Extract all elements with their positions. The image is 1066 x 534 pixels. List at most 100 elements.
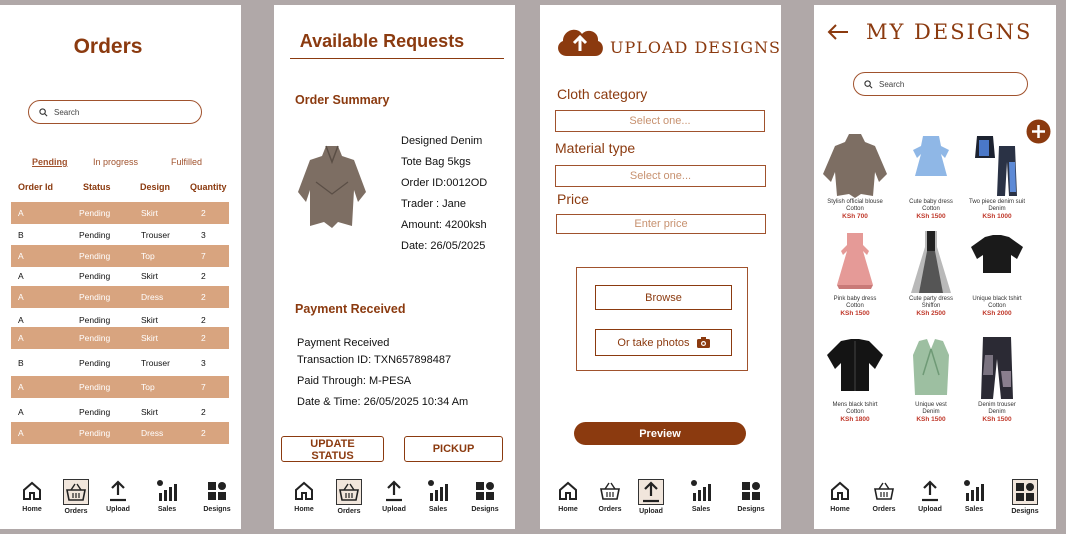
- design-card[interactable]: Stylish official blouse Cotton KSh 700: [817, 132, 893, 221]
- table-cell-id: A: [18, 382, 24, 392]
- nav-sales[interactable]: Sales: [145, 479, 189, 513]
- category-select[interactable]: [555, 110, 765, 132]
- table-cell-id: B: [18, 230, 24, 240]
- nav-orders[interactable]: Orders: [327, 479, 371, 515]
- nav-label: Sales: [428, 506, 448, 513]
- nav-label: Upload: [639, 508, 663, 515]
- design-material: Cotton: [922, 206, 940, 212]
- nav-home[interactable]: Home: [546, 479, 590, 513]
- nav-sales[interactable]: Sales: [679, 479, 723, 513]
- table-cell-design: Dress: [141, 428, 164, 438]
- tab-pending[interactable]: Pending: [32, 157, 68, 167]
- design-name: Unique vest: [915, 402, 947, 408]
- table-row[interactable]: A Pending Dress 2: [11, 422, 229, 444]
- design-name: Pink baby dress: [833, 296, 877, 302]
- search-bar[interactable]: [853, 72, 1028, 96]
- amount: Amount: 4200ksh: [401, 219, 487, 231]
- page-title: Orders: [73, 35, 143, 58]
- table-cell-design: Skirt: [141, 208, 158, 218]
- table-row[interactable]: A Pending Top 7: [11, 376, 229, 398]
- nav-label: Designs: [203, 506, 231, 513]
- search-input[interactable]: [877, 78, 1001, 90]
- preview-button[interactable]: Preview: [574, 422, 746, 445]
- table-row[interactable]: A Pending Skirt 2: [11, 202, 229, 224]
- basket-icon: [63, 479, 89, 505]
- bottom-nav: Home Orders Upload Sales Designs: [814, 479, 1056, 523]
- col-header-design: Design: [140, 182, 171, 192]
- nav-orders[interactable]: Orders: [862, 479, 906, 513]
- nav-orders[interactable]: Orders: [54, 479, 98, 515]
- design-card[interactable]: Cute baby dress Cotton KSh 1500: [893, 132, 969, 221]
- table-cell-status: Pending: [79, 271, 111, 281]
- table-row[interactable]: A Pending Top 7: [11, 245, 229, 267]
- table-row[interactable]: A Pending Dress 2: [11, 286, 229, 308]
- design-name: Mens black tshirt: [832, 402, 878, 408]
- nav-home[interactable]: Home: [10, 479, 54, 513]
- design-image: [893, 335, 969, 401]
- nav-label: Orders: [337, 508, 361, 515]
- nav-upload[interactable]: Upload: [96, 479, 140, 513]
- design-card[interactable]: Pink baby dress Cotton KSh 1500: [817, 229, 893, 318]
- table-row[interactable]: B Pending Trouser 3: [11, 224, 229, 246]
- table-cell-id: A: [18, 292, 24, 302]
- price-input[interactable]: [556, 214, 766, 234]
- take-photos-button[interactable]: Or take photos: [595, 329, 732, 356]
- design-material: Shiffon: [921, 303, 941, 309]
- search-icon: [864, 79, 873, 88]
- nav-upload[interactable]: Upload: [629, 479, 673, 515]
- table-cell-status: Pending: [79, 292, 111, 302]
- nav-orders[interactable]: Orders: [588, 479, 632, 513]
- nav-upload[interactable]: Upload: [908, 479, 952, 513]
- payment-heading: Payment Received: [295, 302, 406, 316]
- nav-designs[interactable]: Designs: [729, 479, 773, 513]
- nav-designs[interactable]: Designs: [463, 479, 507, 513]
- cloud-upload-icon: [558, 29, 603, 56]
- design-card[interactable]: Denim trouser Denim KSh 1500: [959, 335, 1035, 424]
- tab-fulfilled[interactable]: Fulfilled: [171, 157, 202, 167]
- nav-label: Upload: [918, 506, 942, 513]
- table-cell-id: A: [18, 407, 24, 417]
- nav-sales[interactable]: Sales: [952, 479, 996, 513]
- nav-home[interactable]: Home: [282, 479, 326, 513]
- design-material: Cotton: [846, 409, 864, 415]
- table-cell-qty: 3: [201, 358, 206, 368]
- nav-designs[interactable]: Designs: [1003, 479, 1047, 515]
- search-bar[interactable]: [28, 100, 202, 124]
- table-row[interactable]: A Pending Skirt 2: [11, 265, 229, 287]
- table-cell-id: A: [18, 271, 24, 281]
- upload-icon: [110, 480, 126, 502]
- material-select[interactable]: [555, 165, 766, 187]
- take-photos-label: Or take photos: [617, 336, 690, 349]
- design-price: KSh 1800: [840, 416, 870, 423]
- home-icon: [831, 481, 849, 500]
- nav-home[interactable]: Home: [818, 479, 862, 513]
- table-cell-design: Top: [141, 382, 155, 392]
- design-card[interactable]: Two piece denim suit Denim KSh 1000: [959, 132, 1035, 221]
- design-card[interactable]: Unique black tshirt Cotton KSh 2000: [959, 229, 1035, 318]
- tab-in-progress[interactable]: In progress: [93, 157, 138, 167]
- nav-upload[interactable]: Upload: [372, 479, 416, 513]
- design-image: [817, 229, 893, 295]
- table-row[interactable]: A Pending Skirt 2: [11, 401, 229, 423]
- search-input[interactable]: [52, 106, 176, 118]
- nav-designs[interactable]: Designs: [195, 479, 239, 513]
- nav-label: Orders: [872, 506, 896, 513]
- table-row[interactable]: A Pending Skirt 2: [11, 327, 229, 349]
- table-cell-id: B: [18, 358, 24, 368]
- table-cell-qty: 7: [201, 251, 206, 261]
- design-card[interactable]: Mens black tshirt Cotton KSh 1800: [817, 335, 893, 424]
- back-arrow-icon[interactable]: [827, 24, 849, 40]
- nav-sales[interactable]: Sales: [416, 479, 460, 513]
- table-cell-qty: 2: [201, 333, 206, 343]
- nav-label: Sales: [964, 506, 984, 513]
- design-card[interactable]: Unique vest Denim KSh 1500: [893, 335, 969, 424]
- update-status-button[interactable]: UPDATE STATUS: [281, 436, 384, 462]
- design-card[interactable]: Cute party dress Shiffon KSh 2500: [893, 229, 969, 318]
- pickup-button[interactable]: PICKUP: [404, 436, 503, 462]
- table-cell-qty: 2: [201, 407, 206, 417]
- browse-button[interactable]: Browse: [595, 285, 732, 310]
- design-price: KSh 2500: [916, 310, 946, 317]
- cape-jacket-image: [298, 145, 366, 228]
- table-cell-design: Trouser: [141, 230, 170, 240]
- table-row[interactable]: B Pending Trouser 3: [11, 352, 229, 374]
